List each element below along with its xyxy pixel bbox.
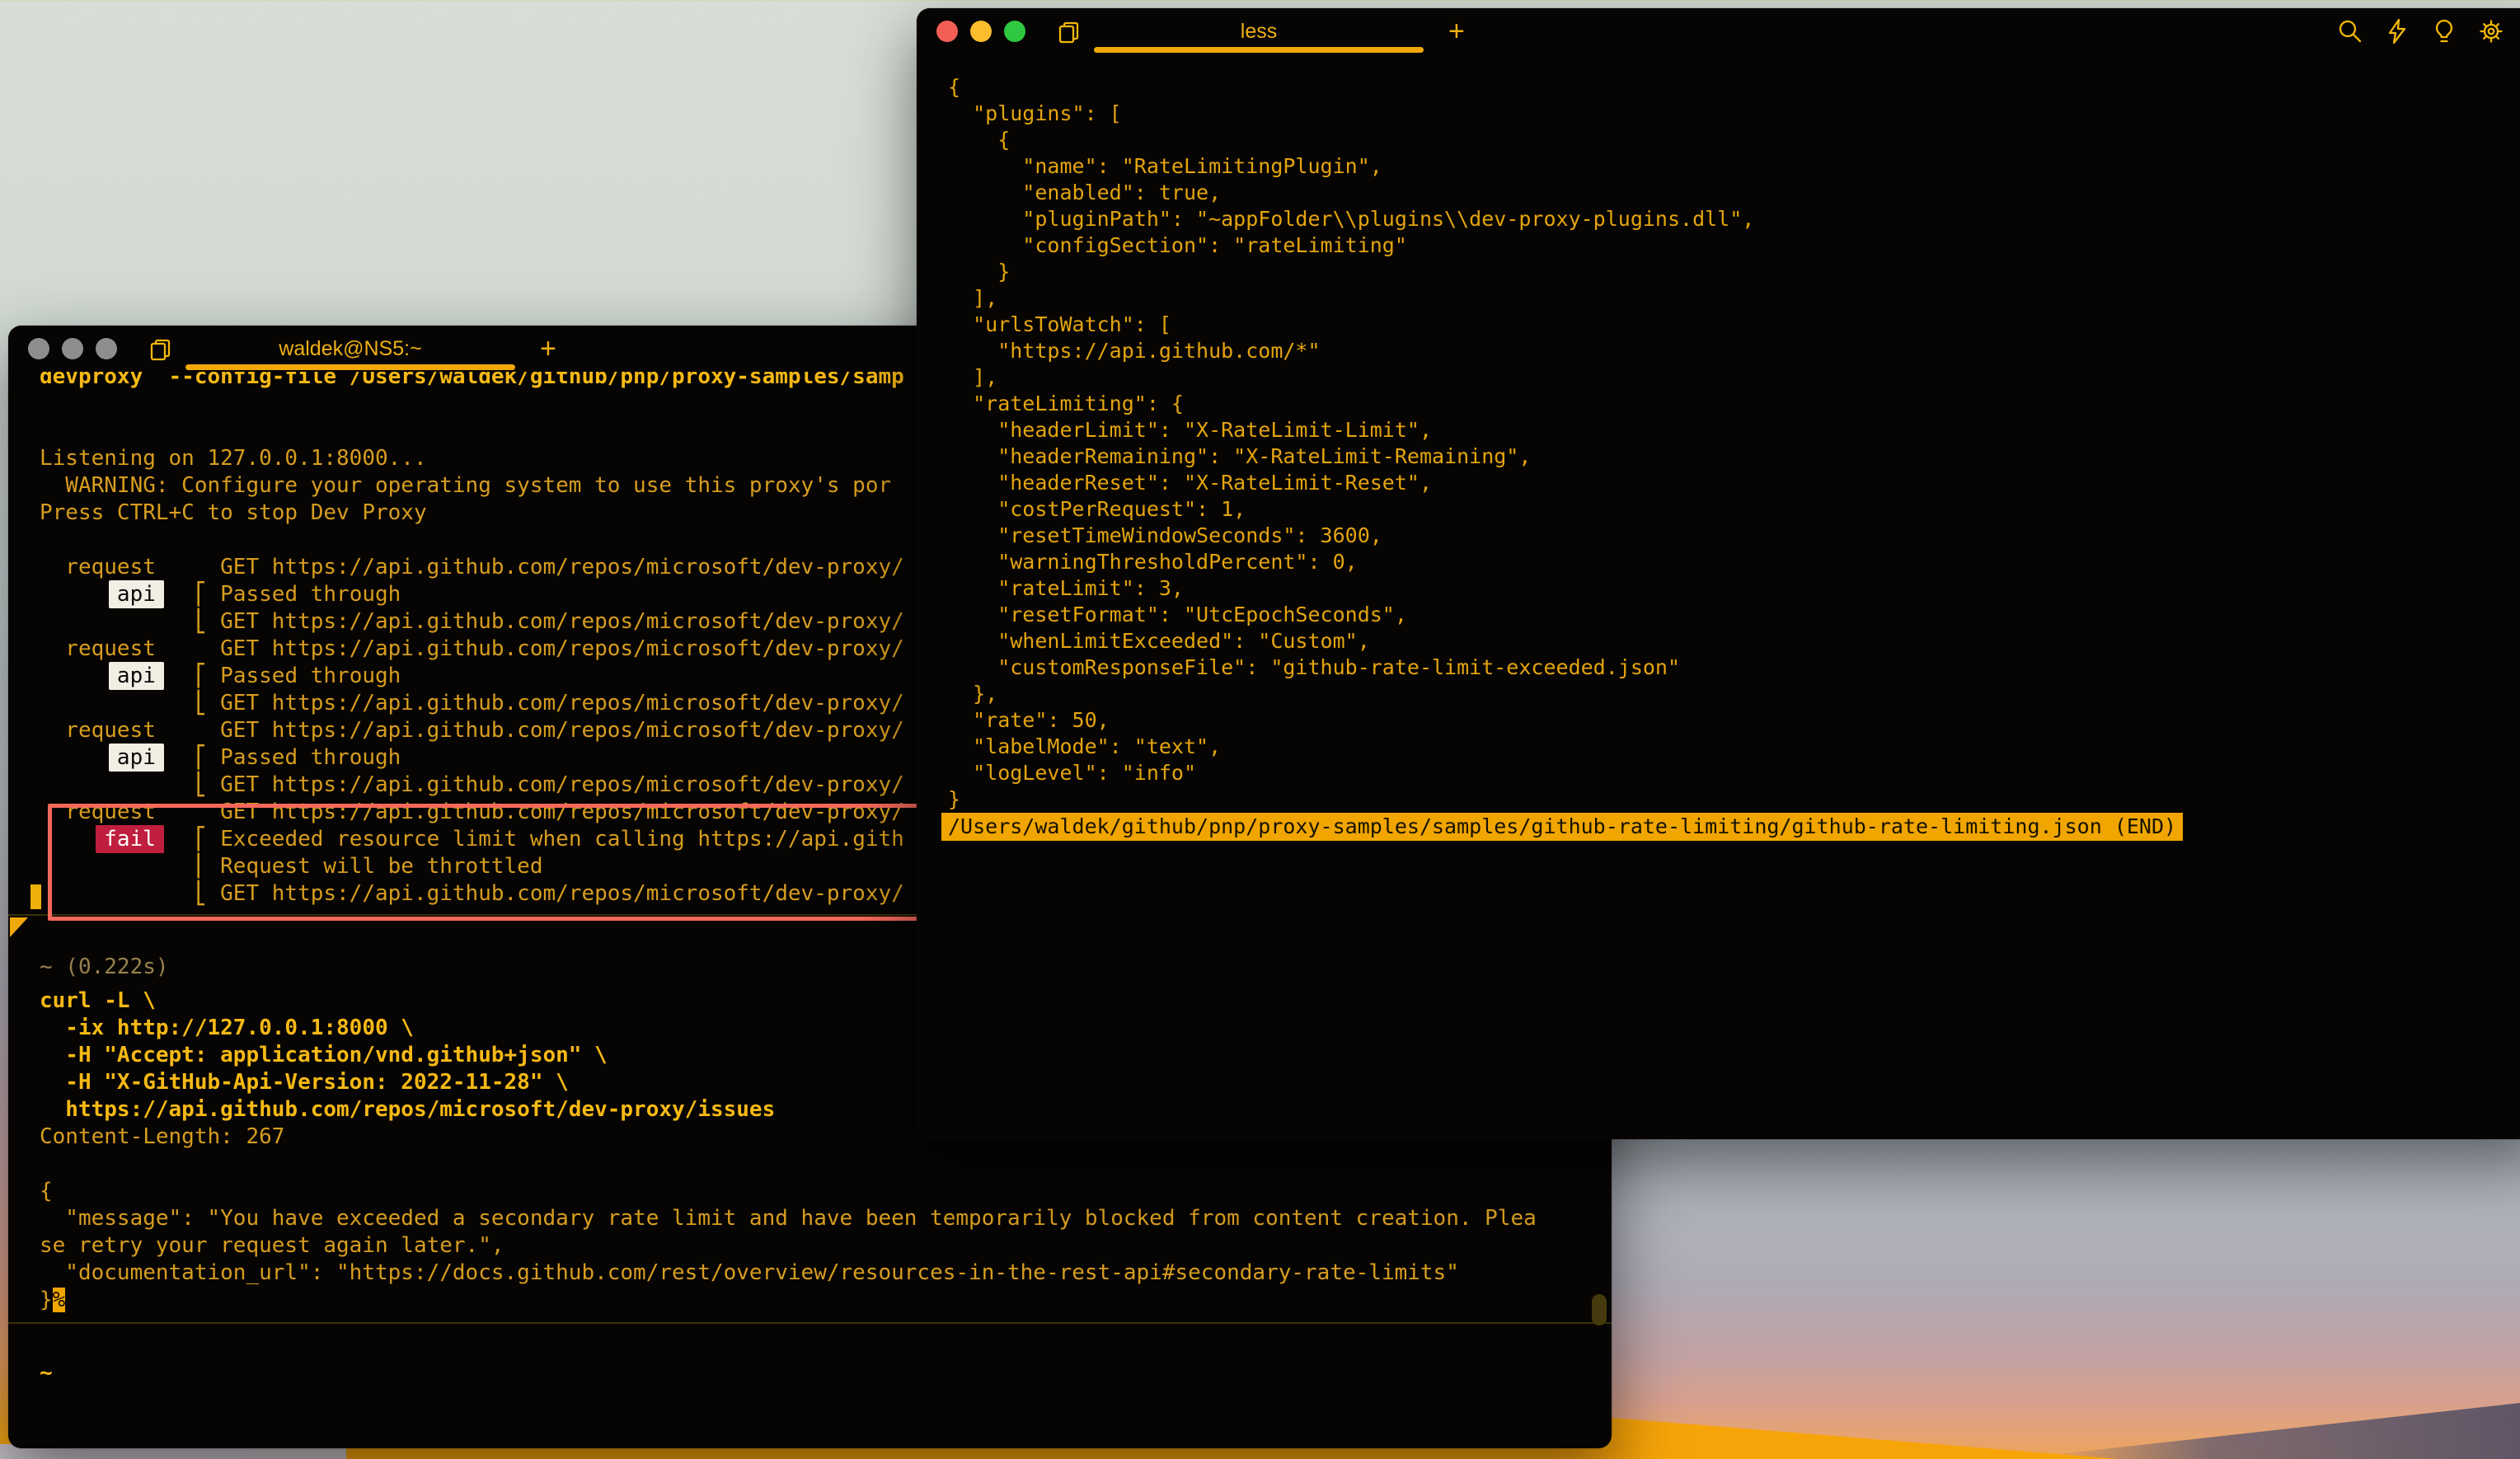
close-button[interactable]: [28, 338, 49, 359]
terminal-line: "resetFormat": "UtcEpochSeconds",: [948, 602, 2520, 628]
terminal-line: {: [948, 74, 2520, 101]
bulb-icon[interactable]: [2430, 17, 2458, 45]
prompt-block: ~: [40, 1360, 1580, 1387]
minimize-button[interactable]: [62, 338, 83, 359]
terminal-line: },: [948, 681, 2520, 707]
close-button[interactable]: [936, 21, 958, 42]
terminal-line: "headerReset": "X-RateLimit-Reset",: [948, 470, 2520, 496]
terminal-line: {: [40, 1178, 1580, 1205]
terminal-line: ],: [948, 285, 2520, 312]
terminal-line: "rate": 50,: [948, 707, 2520, 734]
front-titlebar[interactable]: less +: [917, 8, 2520, 54]
terminal-line: }: [948, 786, 2520, 813]
terminal-line: "pluginPath": "~appFolder\\plugins\\dev-…: [948, 206, 2520, 232]
terminal-line: "warningThresholdPercent": 0,: [948, 549, 2520, 575]
traffic-lights: [28, 338, 117, 359]
wallpaper-dune: [1607, 1401, 2119, 1459]
terminal-line: ~: [40, 1360, 1580, 1387]
terminal-window-front: less +: [917, 8, 2520, 1139]
terminal-cursor: [31, 884, 41, 909]
minimize-button[interactable]: [970, 21, 992, 42]
search-icon[interactable]: [2336, 17, 2364, 45]
wallpaper-mountain: [2044, 1393, 2520, 1459]
new-tab-button[interactable]: +: [1448, 12, 1465, 51]
terminal-line: }: [948, 259, 2520, 285]
tab-less[interactable]: less: [1094, 8, 1424, 54]
zoom-button[interactable]: [1004, 21, 1025, 42]
terminal-line: "labelMode": "text",: [948, 734, 2520, 760]
active-tab-underline: [1094, 47, 1424, 53]
terminal-line: "logLevel": "info": [948, 760, 2520, 786]
terminal-line: "message": "You have exceeded a secondar…: [40, 1205, 1580, 1232]
desktop: { "desktop": { "wallpaper_top_color": "#…: [0, 0, 2520, 1459]
scrollbar-thumb[interactable]: [1592, 1294, 1607, 1325]
terminal-line: "configSection": "rateLimiting": [948, 232, 2520, 259]
less-file-view: { "plugins": [ { "name": "RateLimitingPl…: [948, 74, 2520, 813]
less-status-line: /Users/waldek/github/pnp/proxy-samples/s…: [941, 813, 2183, 841]
terminal-line: "costPerRequest": 1,: [948, 496, 2520, 523]
terminal-line: "headerLimit": "X-RateLimit-Limit",: [948, 417, 2520, 443]
tabs-overview-icon[interactable]: [1055, 18, 1083, 46]
tab-title: less: [1241, 20, 1277, 44]
zoom-button[interactable]: [96, 338, 117, 359]
terminal-line: "documentation_url": "https://docs.githu…: [40, 1260, 1580, 1287]
terminal-line: "plugins": [: [948, 101, 2520, 127]
terminal-line: "https://api.github.com/*": [948, 338, 2520, 364]
terminal-line: [40, 1151, 1580, 1178]
terminal-line: "whenLimitExceeded": "Custom",: [948, 628, 2520, 654]
traffic-lights: [936, 21, 1025, 42]
lightning-icon[interactable]: [2383, 17, 2411, 45]
terminal-line: "rateLimiting": {: [948, 391, 2520, 417]
terminal-line: "enabled": true,: [948, 180, 2520, 206]
terminal-line: se retry your request again later.",: [40, 1232, 1580, 1260]
block-divider: [8, 1322, 1612, 1324]
tabs-overview-icon[interactable]: [147, 335, 175, 364]
tab-title: waldek@NS5:~: [279, 337, 421, 361]
new-tab-button[interactable]: +: [540, 329, 556, 368]
terminal-line: "name": "RateLimitingPlugin",: [948, 153, 2520, 180]
gear-icon[interactable]: [2477, 17, 2505, 45]
terminal-line: "resetTimeWindowSeconds": 3600,: [948, 523, 2520, 549]
terminal-line: {: [948, 127, 2520, 153]
terminal-line: "rateLimit": 3,: [948, 575, 2520, 602]
tab-waldek-ns5[interactable]: waldek@NS5:~: [185, 326, 515, 372]
terminal-line: ],: [948, 364, 2520, 391]
terminal-line: "customResponseFile": "github-rate-limit…: [948, 654, 2520, 681]
terminal-line: "urlsToWatch": [: [948, 312, 2520, 338]
terminal-line: }%: [40, 1287, 1580, 1314]
terminal-line: "headerRemaining": "X-RateLimit-Remainin…: [948, 443, 2520, 470]
active-tab-underline: [185, 364, 515, 370]
front-terminal-content: { "plugins": [ { "name": "RateLimitingPl…: [917, 54, 2520, 1139]
wallpaper-right-column: [1607, 1138, 2520, 1459]
titlebar-actions: [2336, 17, 2505, 45]
